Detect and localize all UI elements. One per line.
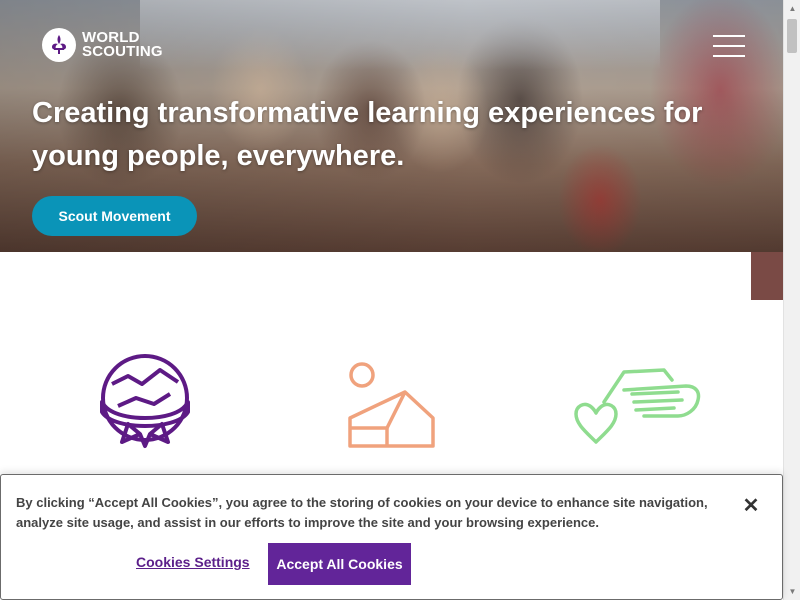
- hamburger-icon[interactable]: [713, 35, 745, 57]
- globe-scarf-icon: [98, 354, 192, 455]
- hero-banner: WORLD SCOUTING Creating transformative l…: [0, 0, 783, 252]
- scroll-thumb[interactable]: [787, 19, 797, 53]
- scout-movement-button[interactable]: Scout Movement: [32, 196, 197, 236]
- scroll-down-arrow-icon[interactable]: ▼: [784, 583, 800, 600]
- world-scouting-logo[interactable]: WORLD SCOUTING: [42, 28, 163, 62]
- menu-line: [713, 55, 745, 57]
- cookie-consent-banner: By clicking “Accept All Cookies”, you ag…: [0, 474, 783, 600]
- logo-line-scouting: SCOUTING: [82, 43, 163, 60]
- sun-tent-icon: [347, 360, 437, 455]
- feature-icons-row: [0, 340, 783, 460]
- heart-hand-icon: [574, 364, 702, 449]
- page: WORLD SCOUTING Creating transformative l…: [0, 0, 800, 600]
- close-icon[interactable]: ✕: [742, 496, 760, 516]
- accept-all-cookies-button[interactable]: Accept All Cookies: [268, 543, 411, 585]
- scroll-up-arrow-icon[interactable]: ▲: [784, 0, 800, 17]
- cookie-consent-text: By clicking “Accept All Cookies”, you ag…: [16, 495, 708, 530]
- vertical-scrollbar[interactable]: ▲ ▼: [783, 0, 800, 600]
- fleur-de-lis-icon: [42, 28, 76, 62]
- logo-wordmark: WORLD SCOUTING: [82, 30, 163, 60]
- menu-line: [713, 35, 745, 37]
- hero-title: Creating transformative learning experie…: [32, 97, 703, 172]
- menu-line: [713, 45, 745, 47]
- hero-photo-edge: [751, 252, 783, 300]
- cookies-settings-link[interactable]: Cookies Settings: [136, 554, 250, 570]
